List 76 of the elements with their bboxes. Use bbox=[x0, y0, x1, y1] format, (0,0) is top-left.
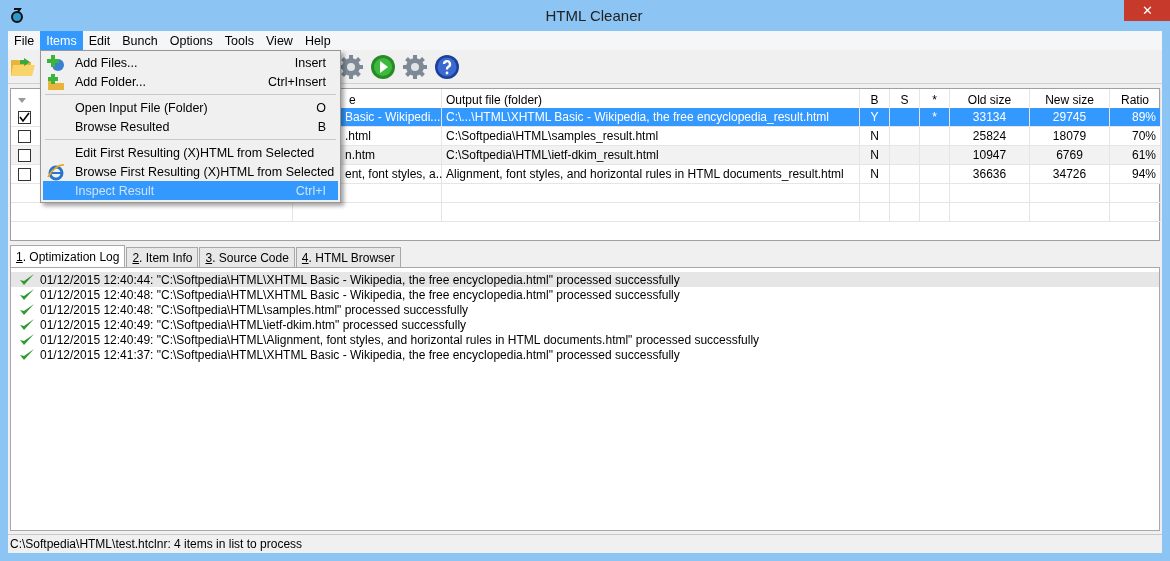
table-cell bbox=[920, 165, 950, 184]
log-entry: 01/12/2015 12:41:37: "C:\Softpedia\HTML\XHTML Basic - Wikipedia, the free encyclopedia.html" processed successfully bbox=[40, 347, 680, 362]
table-cell: * bbox=[920, 108, 950, 127]
table-cell-text: ent, font styles, a... bbox=[345, 167, 446, 181]
column-header[interactable]: * bbox=[932, 93, 937, 107]
table-cell bbox=[890, 127, 920, 146]
table-cell bbox=[920, 127, 950, 146]
tab[interactable]: 4. HTML Browser bbox=[295, 247, 401, 267]
settings-icon[interactable] bbox=[402, 53, 428, 80]
table-cell: 6769 bbox=[1030, 146, 1110, 165]
column-header[interactable]: e bbox=[349, 93, 356, 107]
menu-title[interactable]: View bbox=[260, 31, 299, 50]
column-header[interactable]: S bbox=[900, 93, 909, 107]
table-cell: 10947 bbox=[950, 146, 1030, 165]
table-cell: 29745 bbox=[1030, 108, 1110, 127]
table-cell: Y bbox=[860, 108, 890, 127]
menu-title[interactable]: File bbox=[8, 31, 41, 50]
column-header[interactable]: Output file (folder) bbox=[446, 93, 543, 107]
log-entry: 01/12/2015 12:40:48: "C:\Softpedia\HTML\XHTML Basic - Wikipedia, the free encyclopedia.html" processed successfully bbox=[40, 287, 680, 302]
row-checkbox[interactable] bbox=[18, 110, 31, 124]
menu-item[interactable]: Add Files... Insert bbox=[43, 53, 338, 72]
column-header[interactable]: B bbox=[870, 93, 879, 107]
menu-title[interactable]: Tools bbox=[218, 31, 260, 50]
table-cell: N bbox=[860, 165, 890, 184]
tab[interactable]: 2. Item Info bbox=[126, 247, 199, 267]
table-cell: 94% bbox=[1110, 165, 1161, 184]
column-header[interactable]: Ratio bbox=[1121, 93, 1149, 107]
row-checkbox[interactable] bbox=[18, 167, 31, 181]
table-cell: 70% bbox=[1110, 127, 1161, 146]
menu-item[interactable]: Open Input File (Folder) O bbox=[43, 98, 338, 117]
column-header[interactable]: Old size bbox=[967, 93, 1012, 107]
table-cell-text: Basic - Wikipedi... bbox=[345, 110, 441, 124]
table-cell: 18079 bbox=[1030, 127, 1110, 146]
table-cell: 36636 bbox=[950, 165, 1030, 184]
menu-title[interactable]: Help bbox=[298, 31, 337, 50]
table-cell: C:\Softpedia\HTML\samples_result.html bbox=[442, 127, 860, 146]
table-cell: 89% bbox=[1110, 108, 1161, 127]
table-cell: 34726 bbox=[1030, 165, 1110, 184]
log-row[interactable]: 01/12/2015 12:40:44: "C:\Softpedia\HTML\XHTML Basic - Wikipedia, the free encyclopedia.html" processed successfully bbox=[11, 272, 1159, 287]
window-title: HTML Cleaner bbox=[544, 7, 644, 24]
log-entry: 01/12/2015 12:40:48: "C:\Softpedia\HTML\samples.html" processed successfully bbox=[40, 302, 469, 317]
table-cell bbox=[890, 165, 920, 184]
table-cell: C:\Softpedia\HTML\ietf-dkim_result.html bbox=[442, 146, 860, 165]
browser-icon bbox=[47, 163, 65, 181]
column-header[interactable]: New size bbox=[1045, 93, 1094, 107]
status-text: C:\Softpedia\HTML\test.htclnr: 4 items in list to process bbox=[10, 537, 303, 551]
table-cell-text: n.htm bbox=[345, 148, 375, 162]
menu-title[interactable]: Bunch bbox=[116, 31, 164, 50]
log-entry: 01/12/2015 12:40:49: "C:\Softpedia\HTML\ietf-dkim.htm" processed successfully bbox=[40, 317, 467, 332]
menu-item[interactable]: Edit First Resulting (X)HTML from Selected bbox=[43, 143, 338, 162]
table-cell bbox=[890, 146, 920, 165]
row-checkbox[interactable] bbox=[18, 129, 31, 143]
tab[interactable]: 1. Optimization Log bbox=[10, 245, 126, 267]
log-entry: 01/12/2015 12:40:49: "C:\Softpedia\HTML\Alignment, font styles, and horizontal rules in HTML documents.html" processed successfully bbox=[40, 332, 760, 347]
add-file-icon bbox=[47, 54, 65, 72]
menu-item[interactable]: Browse Resulted B bbox=[43, 117, 338, 136]
add-folder-icon bbox=[47, 73, 65, 91]
tab[interactable]: 3. Source Code bbox=[199, 247, 295, 267]
app-icon bbox=[10, 7, 24, 24]
run-icon[interactable] bbox=[370, 53, 396, 80]
menu-title[interactable]: Options bbox=[163, 31, 219, 50]
table-cell: 61% bbox=[1110, 146, 1161, 165]
menu-item[interactable]: Browse First Resulting (X)HTML from Selected bbox=[43, 162, 338, 181]
close-button[interactable]: ✕ bbox=[1124, 0, 1170, 21]
table-cell-text: .html bbox=[345, 129, 371, 143]
log-entry: 01/12/2015 12:40:44: "C:\Softpedia\HTML\XHTML Basic - Wikipedia, the free encyclopedia.html" processed successfully bbox=[40, 272, 680, 287]
table-cell: N bbox=[860, 146, 890, 165]
menu-title[interactable]: Edit bbox=[82, 31, 117, 50]
table-cell: 33134 bbox=[950, 108, 1030, 127]
table-cell: N bbox=[860, 127, 890, 146]
row-checkbox[interactable] bbox=[18, 148, 31, 162]
table-cell bbox=[920, 146, 950, 165]
menu-item[interactable]: Add Folder... Ctrl+Insert bbox=[43, 72, 338, 91]
table-cell: C:\...\HTML\XHTML Basic - Wikipedia, the free encyclopedia_result.html bbox=[442, 108, 860, 127]
table-cell: 25824 bbox=[950, 127, 1030, 146]
help-icon[interactable] bbox=[434, 53, 460, 80]
